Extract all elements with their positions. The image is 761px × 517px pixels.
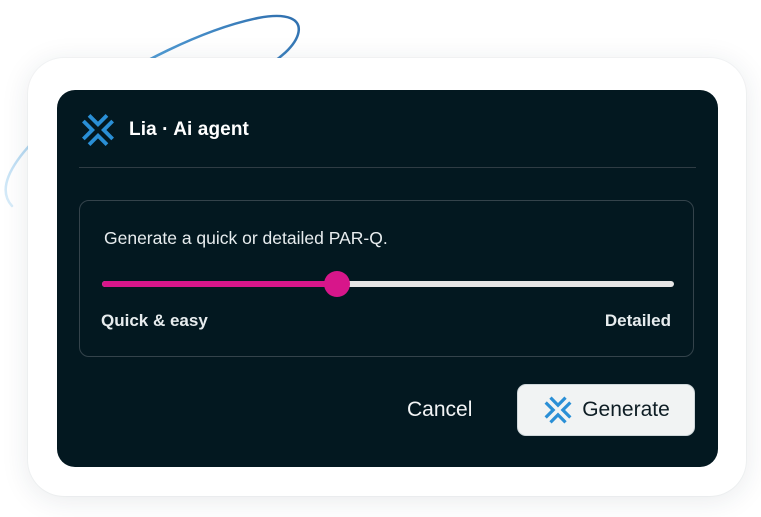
slider-max-label: Detailed bbox=[604, 311, 671, 330]
parq-prompt: Generate a quick or detailed PAR-Q. bbox=[104, 228, 388, 248]
header-divider bbox=[79, 167, 696, 168]
lia-logo-icon bbox=[82, 114, 114, 146]
agent-dialog: Lia · Ai agent Generate a quick or detai… bbox=[57, 90, 718, 467]
detail-slider-thumb[interactable] bbox=[323, 271, 350, 297]
detail-slider-track[interactable] bbox=[102, 271, 674, 297]
dialog-header: Lia · Ai agent bbox=[79, 110, 249, 150]
dialog-title: Lia · Ai agent bbox=[129, 119, 249, 140]
generate-button[interactable]: Generate bbox=[517, 384, 695, 436]
slider-min-label: Quick & easy bbox=[101, 311, 208, 330]
detail-slider-fill bbox=[102, 281, 337, 287]
parq-option-box: Generate a quick or detailed PAR-Q. Quic… bbox=[79, 200, 694, 357]
cancel-button[interactable]: Cancel bbox=[395, 390, 484, 430]
generate-icon bbox=[544, 396, 572, 424]
generate-button-label: Generate bbox=[582, 398, 670, 421]
